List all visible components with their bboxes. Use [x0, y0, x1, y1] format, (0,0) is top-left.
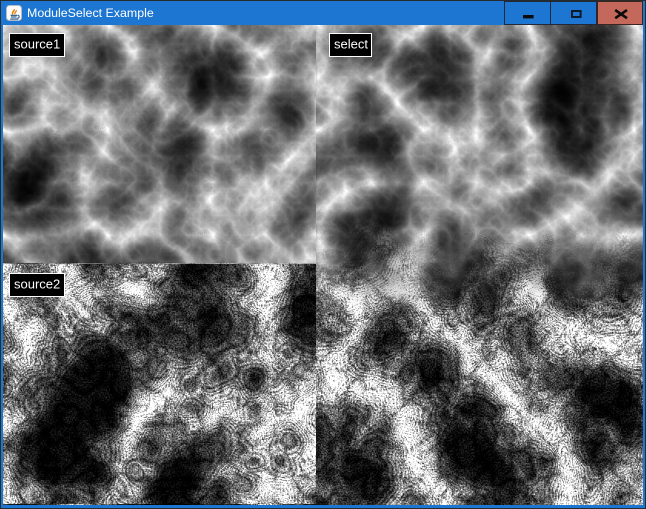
svg-text:source1: source1 [14, 37, 60, 52]
svg-text:source2: source2 [14, 277, 60, 292]
svg-text:select: select [334, 37, 368, 52]
